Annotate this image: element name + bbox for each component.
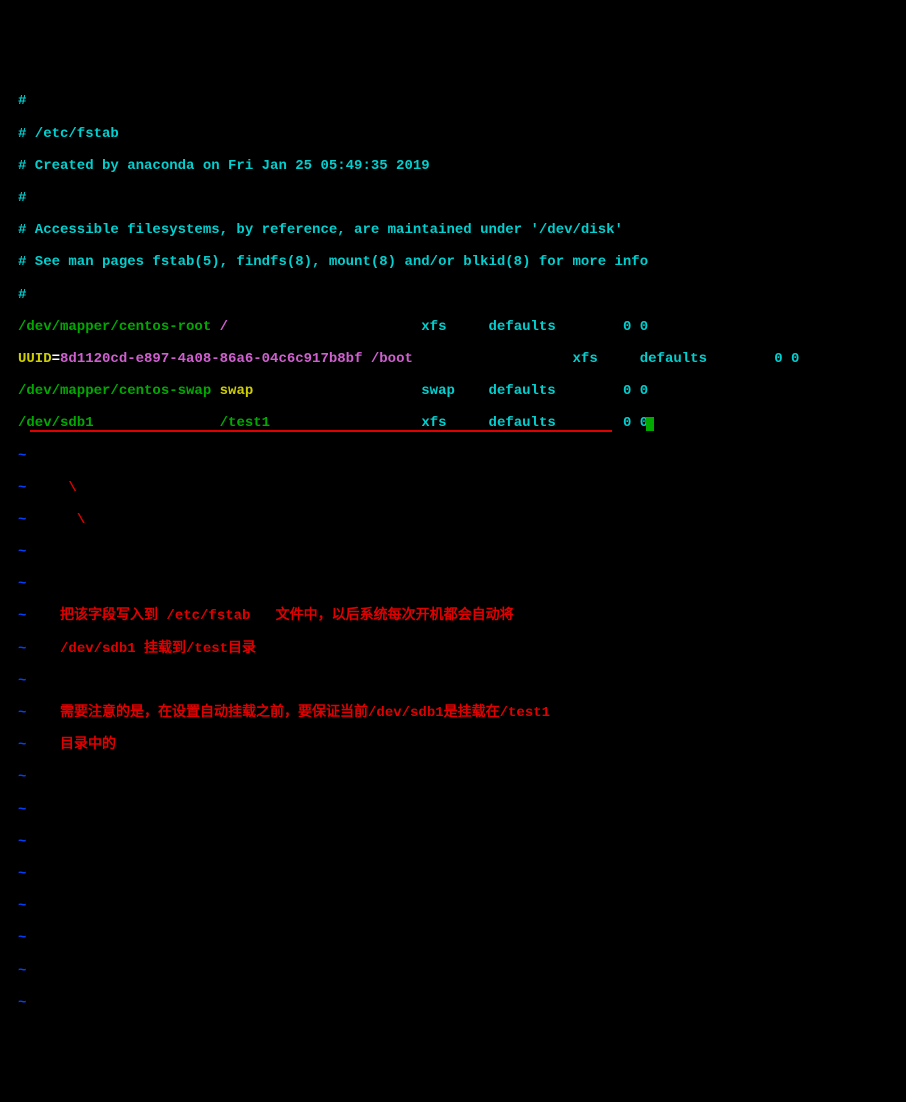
fstab-comment: #	[18, 287, 888, 303]
annotation-text: ~ 需要注意的是，在设置自动挂载之前，要保证当前/dev/sdb1是挂载在/te…	[18, 705, 888, 721]
fstab-comment: # Created by anaconda on Fri Jan 25 05:4…	[18, 158, 888, 174]
fstab-comment: #	[18, 93, 888, 109]
fstab-entry-root: /dev/mapper/centos-root / xfs defaults 0…	[18, 319, 888, 335]
fstab-entry-sdb1: /dev/sdb1 /test1 xfs defaults 0 0	[18, 415, 888, 431]
annotation-line: ~ \	[18, 512, 888, 528]
empty-line-tilde: ~	[18, 995, 888, 1011]
fstab-comment: # Accessible filesystems, by reference, …	[18, 222, 888, 238]
annotation-text: ~ 目录中的	[18, 737, 888, 753]
annotation-text: ~ 把该字段写入到 /etc/fstab 文件中，以后系统每次开机都会自动将	[18, 608, 888, 624]
empty-line-tilde: ~	[18, 769, 888, 785]
empty-line-tilde: ~	[18, 898, 888, 914]
empty-line-tilde: ~	[18, 866, 888, 882]
empty-line-tilde: ~	[18, 576, 888, 592]
fstab-comment: # See man pages fstab(5), findfs(8), mou…	[18, 254, 888, 270]
cursor	[646, 417, 654, 431]
empty-line-tilde: ~	[18, 930, 888, 946]
empty-line-tilde: ~	[18, 963, 888, 979]
empty-line-tilde: ~	[18, 802, 888, 818]
terminal-editor[interactable]: # # /etc/fstab # Created by anaconda on …	[8, 72, 898, 1032]
fstab-entry-boot: UUID=8d1120cd-e897-4a08-86a6-04c6c917b8b…	[18, 351, 888, 367]
annotation-line: ~ \	[18, 480, 888, 496]
fstab-comment: # /etc/fstab	[18, 126, 888, 142]
empty-line-tilde: ~	[18, 834, 888, 850]
empty-line-tilde: ~	[18, 544, 888, 560]
annotation-text: ~ /dev/sdb1 挂载到/test目录	[18, 641, 888, 657]
fstab-comment: #	[18, 190, 888, 206]
empty-line-tilde: ~	[18, 448, 888, 464]
empty-line-tilde: ~	[18, 673, 888, 689]
fstab-entry-swap: /dev/mapper/centos-swap swap swap defaul…	[18, 383, 888, 399]
